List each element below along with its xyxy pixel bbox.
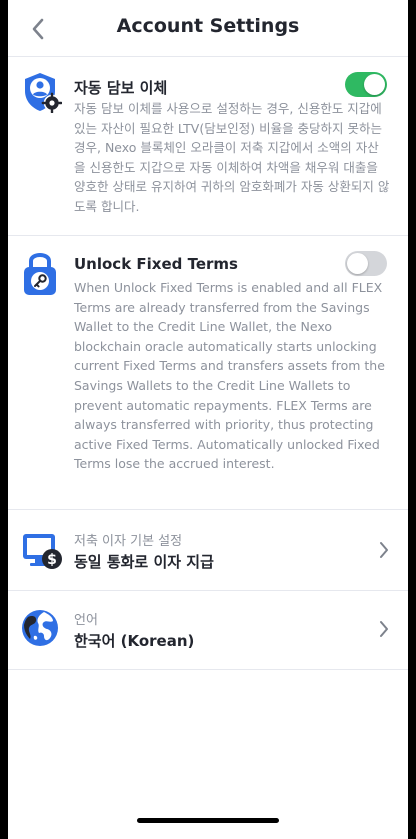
unlock-fixed-terms-toggle[interactable] — [345, 251, 387, 276]
language-row[interactable]: 언어 한국어 (Korean) — [8, 589, 408, 670]
chevron-right-icon — [380, 542, 388, 558]
unlock-fixed-terms-section: Unlock Fixed Terms When Unlock Fixed Ter… — [8, 236, 408, 510]
chevron-right-icon — [380, 621, 388, 637]
interest-preference-row[interactable]: $ 저축 이자 기본 설정 동일 통화로 이자 지급 — [8, 510, 408, 591]
unlock-fixed-terms-description: When Unlock Fixed Terms is enabled and a… — [74, 280, 385, 472]
header: Account Settings — [8, 0, 408, 57]
auto-collateral-description: 자동 담보 이체를 사용으로 설정하는 경우, 신용한도 지갑에 있는 자산이 … — [74, 101, 390, 214]
monitor-dollar-icon: $ — [21, 530, 65, 572]
home-indicator — [137, 818, 279, 823]
language-label: 언어 — [74, 613, 98, 628]
toggle-knob — [347, 253, 368, 274]
padlock-key-icon — [22, 250, 58, 296]
globe-icon — [20, 608, 60, 648]
account-settings-screen: Account Settings 자동 담보 이체 자동 담보 이체를 사용으로… — [8, 0, 408, 839]
auto-collateral-title: 자동 담보 이체 — [74, 79, 168, 97]
auto-collateral-section: 자동 담보 이체 자동 담보 이체를 사용으로 설정하는 경우, 신용한도 지갑… — [8, 57, 408, 236]
unlock-fixed-terms-title: Unlock Fixed Terms — [74, 255, 238, 273]
svg-text:$: $ — [47, 552, 57, 568]
page-title: Account Settings — [116, 15, 300, 37]
interest-preference-value: 동일 통화로 이자 지급 — [74, 553, 214, 571]
language-value: 한국어 (Korean) — [74, 632, 195, 650]
shield-user-gear-icon — [22, 71, 63, 114]
interest-preference-label: 저축 이자 기본 설정 — [74, 534, 183, 549]
auto-collateral-toggle[interactable] — [345, 72, 387, 97]
toggle-knob — [364, 74, 385, 95]
